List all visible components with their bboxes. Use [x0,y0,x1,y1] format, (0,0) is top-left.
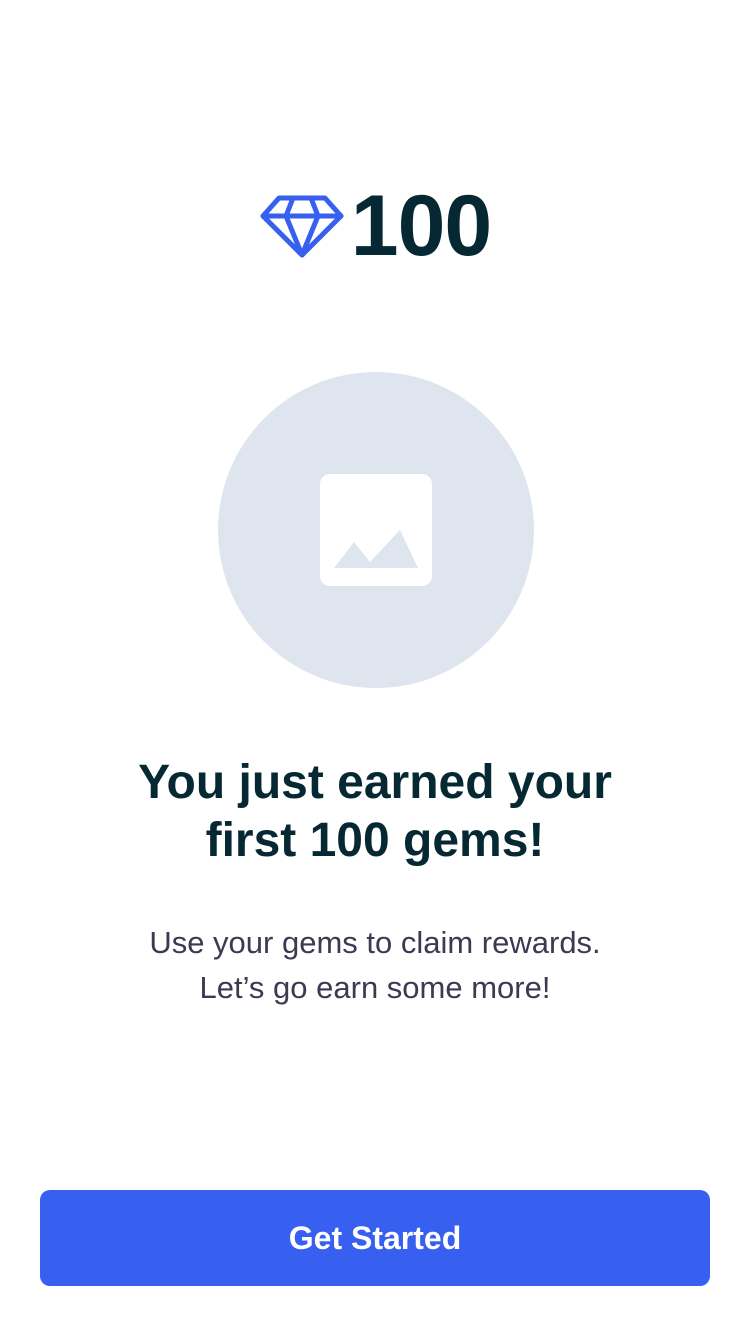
image-placeholder-icon [320,474,432,586]
headline-line-1: You just earned your [138,756,612,809]
subtitle-line-2: Let’s go earn some more! [199,970,551,1005]
hero-illustration [218,372,534,688]
headline: You just earned your first 100 gems! [60,754,690,870]
subtitle-line-1: Use your gems to claim rewards. [149,925,601,960]
subtitle: Use your gems to claim rewards. Let’s go… [60,920,690,1010]
headline-line-2: first 100 gems! [205,814,545,867]
gem-icon [260,195,344,258]
gem-count: 100 [350,178,492,274]
gem-counter: 100 [0,180,750,272]
get-started-button[interactable]: Get Started [40,1190,710,1286]
